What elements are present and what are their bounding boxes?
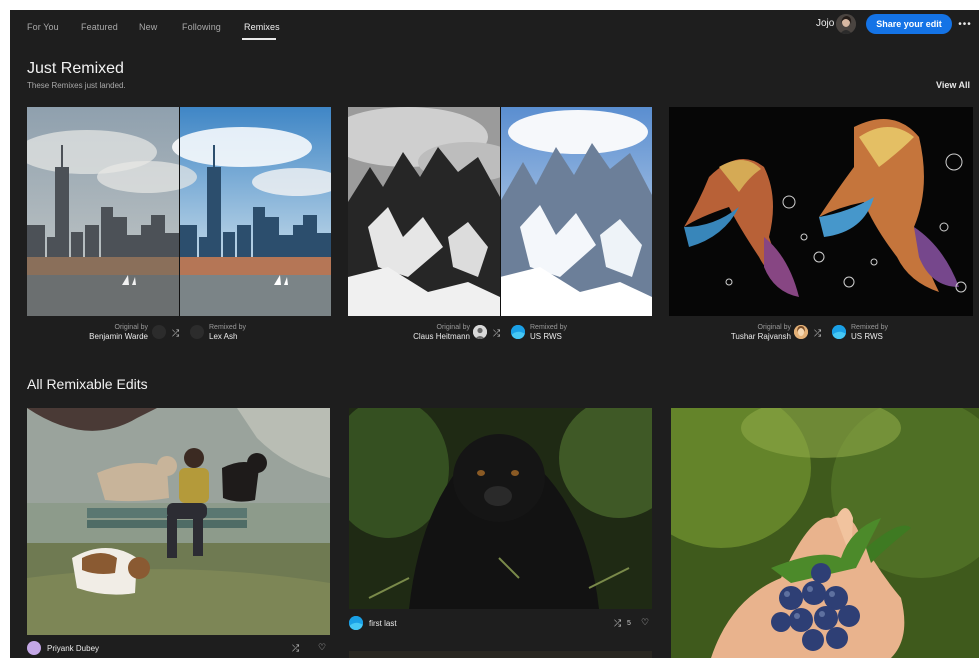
active-tab-indicator: [242, 38, 276, 40]
remix-icon[interactable]: ⤮: [614, 618, 621, 629]
original-credit: Original by Benjamin Warde: [60, 323, 148, 341]
remixed-credit: Remixed by US RWS: [851, 323, 931, 341]
remixed-label: Remixed by: [851, 324, 888, 331]
tab-remixes[interactable]: Remixes: [244, 22, 280, 32]
heart-icon[interactable]: ♡: [641, 617, 649, 628]
remix-card-fish[interactable]: [669, 107, 973, 316]
remixed-credit: Remixed by US RWS: [530, 323, 610, 341]
blueberries-image: [671, 408, 979, 658]
edit-card-blueberries[interactable]: [671, 408, 979, 658]
heart-icon[interactable]: ♡: [318, 642, 326, 653]
original-credit: Original by Claus Heitmann: [380, 323, 470, 341]
user-avatar[interactable]: [836, 14, 856, 34]
author-avatar[interactable]: [349, 616, 363, 630]
remixed-credit: Remixed by Lex Ash: [209, 323, 289, 341]
remix-count: 5: [627, 620, 631, 627]
author-avatar[interactable]: [27, 641, 41, 655]
remix-icon[interactable]: ⤮: [292, 643, 299, 654]
tab-featured[interactable]: Featured: [81, 22, 118, 32]
author-name[interactable]: Priyank Dubey: [47, 644, 99, 653]
fish-image: [669, 107, 973, 316]
share-your-edit-button[interactable]: Share your edit: [866, 14, 952, 34]
remixer-avatar[interactable]: [511, 325, 525, 339]
remix-card-mountains[interactable]: [348, 107, 652, 316]
remixed-label: Remixed by: [209, 324, 246, 331]
remix-card-skyline[interactable]: [27, 107, 331, 316]
edit-card-gorilla[interactable]: [349, 408, 652, 609]
edit-card-partial[interactable]: [349, 651, 652, 658]
original-author[interactable]: Claus Heitmann: [380, 332, 470, 341]
remixer-avatar[interactable]: [832, 325, 846, 339]
all-remixable-title: All Remixable Edits: [27, 376, 148, 392]
original-author[interactable]: Benjamin Warde: [60, 332, 148, 341]
remixer-avatar[interactable]: [190, 325, 204, 339]
tab-for-you[interactable]: For You: [27, 22, 59, 32]
tab-following[interactable]: Following: [182, 22, 221, 32]
remixer-name[interactable]: Lex Ash: [209, 332, 289, 341]
original-avatar[interactable]: [152, 325, 166, 339]
original-author[interactable]: Tushar Rajvansh: [700, 332, 791, 341]
remix-icon: ⤮: [493, 328, 501, 338]
remixed-label: Remixed by: [530, 324, 567, 331]
gorilla-image: [349, 408, 652, 609]
just-remixed-subtitle: These Remixes just landed.: [27, 81, 126, 90]
top-nav: For You Featured New Following Remixes J…: [10, 10, 979, 42]
original-label: Original by: [757, 324, 791, 331]
original-avatar[interactable]: [473, 325, 487, 339]
before-after-divider[interactable]: [179, 107, 180, 316]
before-after-divider[interactable]: [500, 107, 501, 316]
just-remixed-title: Just Remixed: [27, 60, 124, 77]
tab-new[interactable]: New: [139, 22, 157, 32]
remixer-name[interactable]: US RWS: [851, 332, 931, 341]
remix-icon: ⤮: [814, 328, 822, 338]
remix-icon: ⤮: [172, 328, 180, 338]
edit-card-dogs[interactable]: [27, 408, 330, 635]
remixer-name[interactable]: US RWS: [530, 332, 610, 341]
original-credit: Original by Tushar Rajvansh: [700, 323, 791, 341]
dogs-image: [27, 408, 330, 635]
author-name[interactable]: first last: [369, 619, 397, 628]
original-avatar[interactable]: [794, 325, 808, 339]
original-label: Original by: [436, 324, 470, 331]
original-label: Original by: [114, 324, 148, 331]
view-all-link[interactable]: View All: [936, 80, 970, 90]
user-name[interactable]: Jojo: [816, 18, 834, 29]
more-icon[interactable]: •••: [956, 15, 974, 33]
remixes-page: For You Featured New Following Remixes J…: [10, 10, 979, 658]
